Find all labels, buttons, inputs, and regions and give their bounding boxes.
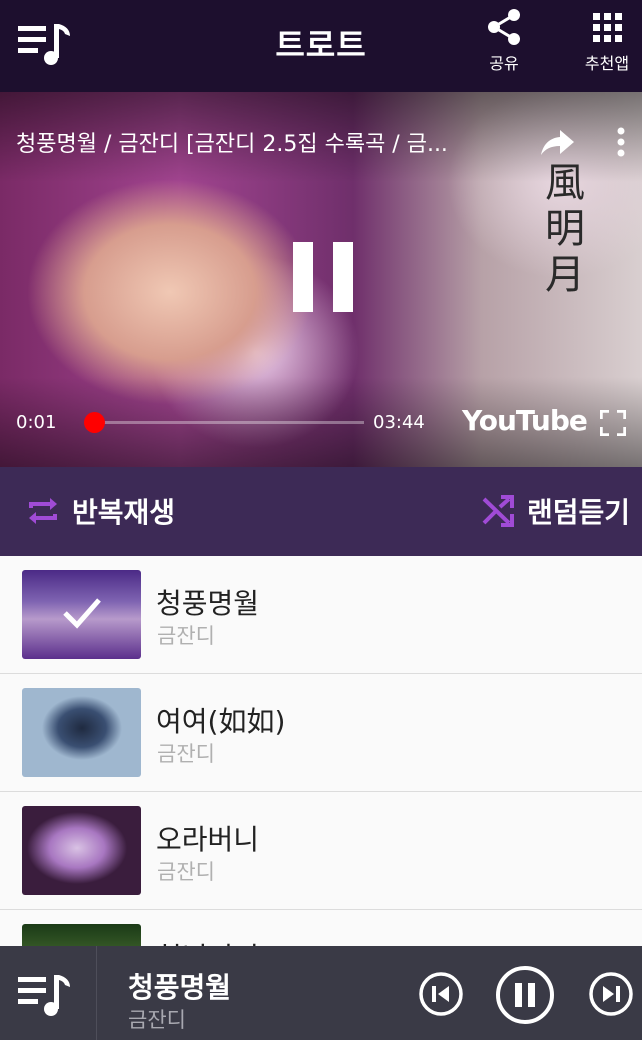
- share-button[interactable]: 공유: [469, 8, 539, 84]
- pause-button-icon[interactable]: [494, 964, 556, 1026]
- now-playing-bar[interactable]: 청풍명월 금잔디: [0, 946, 642, 1040]
- track-thumbnail: [22, 688, 141, 777]
- share-icon: [488, 9, 520, 45]
- repeat-icon: [29, 498, 57, 524]
- check-icon: [63, 598, 101, 629]
- youtube-logo[interactable]: YouTube: [462, 404, 588, 437]
- list-item[interactable]: 여여(如如) 금잔디: [0, 674, 642, 792]
- playlist: 청풍명월 금잔디 여여(如如) 금잔디 오라버니 금잔디 천년지기: [0, 556, 642, 946]
- fullscreen-icon[interactable]: [600, 410, 626, 436]
- pause-icon[interactable]: [293, 242, 353, 312]
- list-item[interactable]: 청풍명월 금잔디: [0, 556, 642, 674]
- shuffle-icon: [482, 495, 514, 527]
- next-icon[interactable]: [588, 971, 634, 1017]
- share-label: 공유: [489, 54, 519, 73]
- repeat-label: 반복재생: [72, 496, 176, 529]
- track-thumbnail: [22, 806, 141, 895]
- track-title: 여여(如如): [156, 705, 286, 738]
- track-artist: 금잔디: [157, 742, 215, 766]
- previous-icon[interactable]: [418, 971, 464, 1017]
- more-vert-icon[interactable]: [614, 126, 628, 158]
- list-item[interactable]: 천년지기: [0, 910, 642, 946]
- shuffle-label: 랜덤듣기: [527, 496, 631, 529]
- seek-knob[interactable]: [84, 412, 105, 433]
- duration: 03:44: [373, 412, 425, 433]
- seek-bar[interactable]: [94, 421, 364, 424]
- video-player[interactable]: 風明月 청풍명월 / 금잔디 [금잔디 2.5집 수록곡 / 금... 0:01…: [0, 92, 642, 467]
- playback-mode-bar: 반복재생 랜덤듣기: [0, 467, 642, 556]
- track-artist: 금잔디: [157, 860, 215, 884]
- video-title[interactable]: 청풍명월 / 금잔디 [금잔디 2.5집 수록곡 / 금...: [16, 126, 506, 158]
- playlist-button[interactable]: [0, 946, 97, 1040]
- repeat-button[interactable]: 반복재생: [26, 491, 175, 531]
- track-title: 천년지기: [156, 936, 259, 946]
- track-title: 청풍명월: [156, 587, 260, 620]
- video-share-icon[interactable]: [540, 126, 576, 158]
- track-thumbnail: [22, 570, 141, 659]
- track-title: 오라버니: [156, 823, 260, 856]
- list-item[interactable]: 오라버니 금잔디: [0, 792, 642, 910]
- track-thumbnail: [22, 924, 141, 946]
- top-bar: 트로트 공유 추천앱: [0, 0, 642, 92]
- shuffle-button[interactable]: 랜덤듣기: [481, 491, 630, 531]
- recommended-apps-button[interactable]: 추천앱: [572, 8, 642, 84]
- now-playing-title: 청풍명월: [128, 971, 232, 1004]
- apps-label: 추천앱: [584, 54, 630, 73]
- video-overlay-text: 風明月: [545, 160, 585, 298]
- current-time: 0:01: [16, 412, 57, 433]
- playlist-music-icon: [18, 975, 70, 1016]
- app-title: 트로트: [275, 26, 367, 64]
- now-playing-artist: 금잔디: [128, 1008, 186, 1032]
- track-artist: 금잔디: [157, 624, 215, 648]
- grid-icon: [593, 13, 622, 42]
